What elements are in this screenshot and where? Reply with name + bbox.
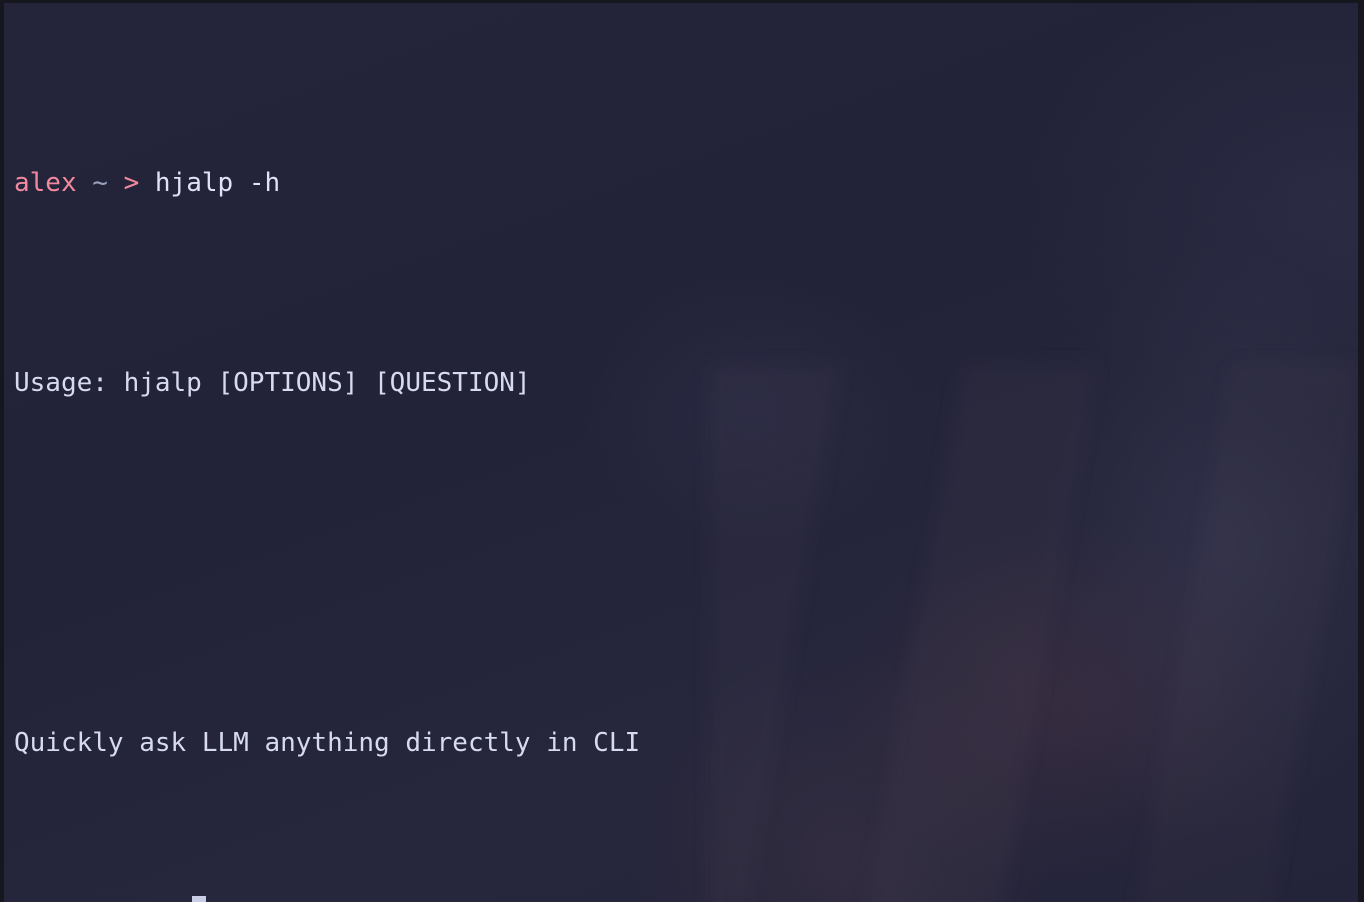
prompt-user: alex [14, 168, 77, 198]
prompt-space-2 [108, 168, 124, 198]
next-prompt-line[interactable]: alex ~ > [4, 896, 1358, 902]
next-prompt-inner: alex ~ > [4, 896, 1358, 902]
terminal-window[interactable]: alex ~ > hjalp -h Usage: hjalp [OPTIONS]… [0, 0, 1364, 902]
prompt-line: alex ~ > hjalp -h [4, 163, 1358, 203]
description-line: Quickly ask LLM anything directly in CLI [14, 728, 641, 758]
usage-line: Usage: hjalp [OPTIONS] [QUESTION] [14, 368, 531, 398]
prompt-symbol: > [123, 168, 140, 198]
text-cursor [192, 896, 206, 902]
prompt-path: ~ [92, 168, 108, 198]
terminal-screen[interactable]: alex ~ > hjalp -h Usage: hjalp [OPTIONS]… [4, 3, 1358, 902]
prompt-space-3 [139, 168, 155, 198]
prompt-command: hjalp -h [154, 168, 281, 198]
prompt-space-1 [77, 168, 93, 198]
